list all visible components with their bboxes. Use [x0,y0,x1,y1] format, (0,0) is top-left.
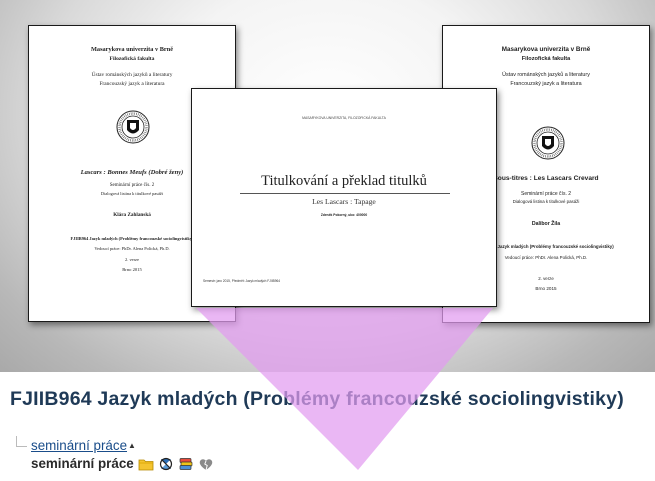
faculty-name: Filozofická fakulta [109,56,155,62]
title-divider [240,193,450,194]
faculty-name: Filozofická fakulta [521,56,571,62]
presentation-subtitle: Les Lascars : Tapage [312,197,376,206]
presentation-footer: Semestr: jaro 2015, Předmět: Jazyk mladý… [203,279,281,283]
folder-row: seminární práce [31,456,214,471]
university-name: Masarykova univerzita v Brně [501,46,591,53]
folder-label: seminární práce [31,456,134,471]
program-name: Francouzský jazyk a literatura [99,81,165,87]
broken-heart-icon[interactable] [198,457,214,471]
stacked-files-icon[interactable] [178,457,194,471]
institute-name: Ústav románských jazyků a literatury [91,72,173,78]
program-name: Francouzský jazyk a literatura [510,81,582,87]
folder-icon[interactable] [138,457,154,471]
institute-name: Ústav románských jazyků a literatury [502,72,590,78]
presentation-banner: Masarykova univerzita v Brně Filozofická… [0,0,655,372]
presentation-title: Titulkování a překlad titulků [261,173,427,189]
no-access-icon[interactable] [158,457,174,471]
tree-connector [16,436,27,447]
faculty-header: MASARYKOVA UNIVERZITA, FILOZOFICKÁ FAKUL… [302,116,386,120]
document-page-center: MASARYKOVA UNIVERZITA, FILOZOFICKÁ FAKUL… [191,88,497,307]
university-seal-icon [531,126,565,160]
presentation-author: Zdeněk Pokorný, uko: 400000 [320,213,368,217]
university-name: Masarykova univerzita v Brně [90,46,174,53]
course-heading: FJIIB964 Jazyk mladých (Problémy francou… [10,388,624,410]
breadcrumb-link-seminar-work[interactable]: seminární práce [31,438,127,453]
collapse-arrow-icon[interactable]: ▲ [128,441,136,450]
breadcrumb: seminární práce▲ [31,438,136,453]
university-seal-icon [116,110,150,144]
